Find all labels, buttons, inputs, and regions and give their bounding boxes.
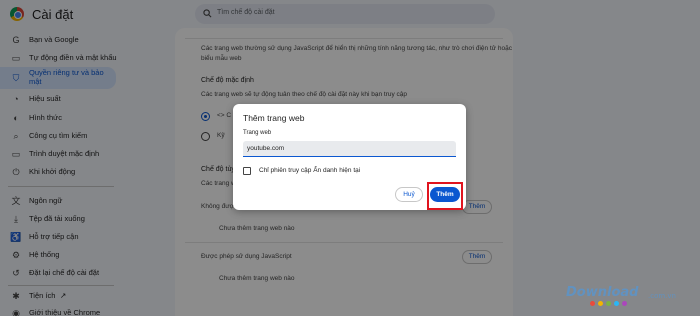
incognito-only-label: Chỉ phiên truy cập Ẩn danh hiện tại [259, 167, 361, 174]
site-field-label: Trang web [243, 130, 272, 136]
cancel-button[interactable]: Huỷ [395, 187, 423, 202]
watermark-suffix: .com.vn [648, 292, 676, 300]
incognito-only-checkbox[interactable] [243, 167, 251, 175]
site-input-value: youtube.com [247, 145, 285, 152]
highlight-box [427, 182, 463, 210]
site-input[interactable]: youtube.com [243, 141, 456, 157]
watermark-logo: Download [566, 285, 639, 300]
dialog-title: Thêm trang web [243, 113, 305, 123]
watermark-dots [590, 301, 627, 306]
